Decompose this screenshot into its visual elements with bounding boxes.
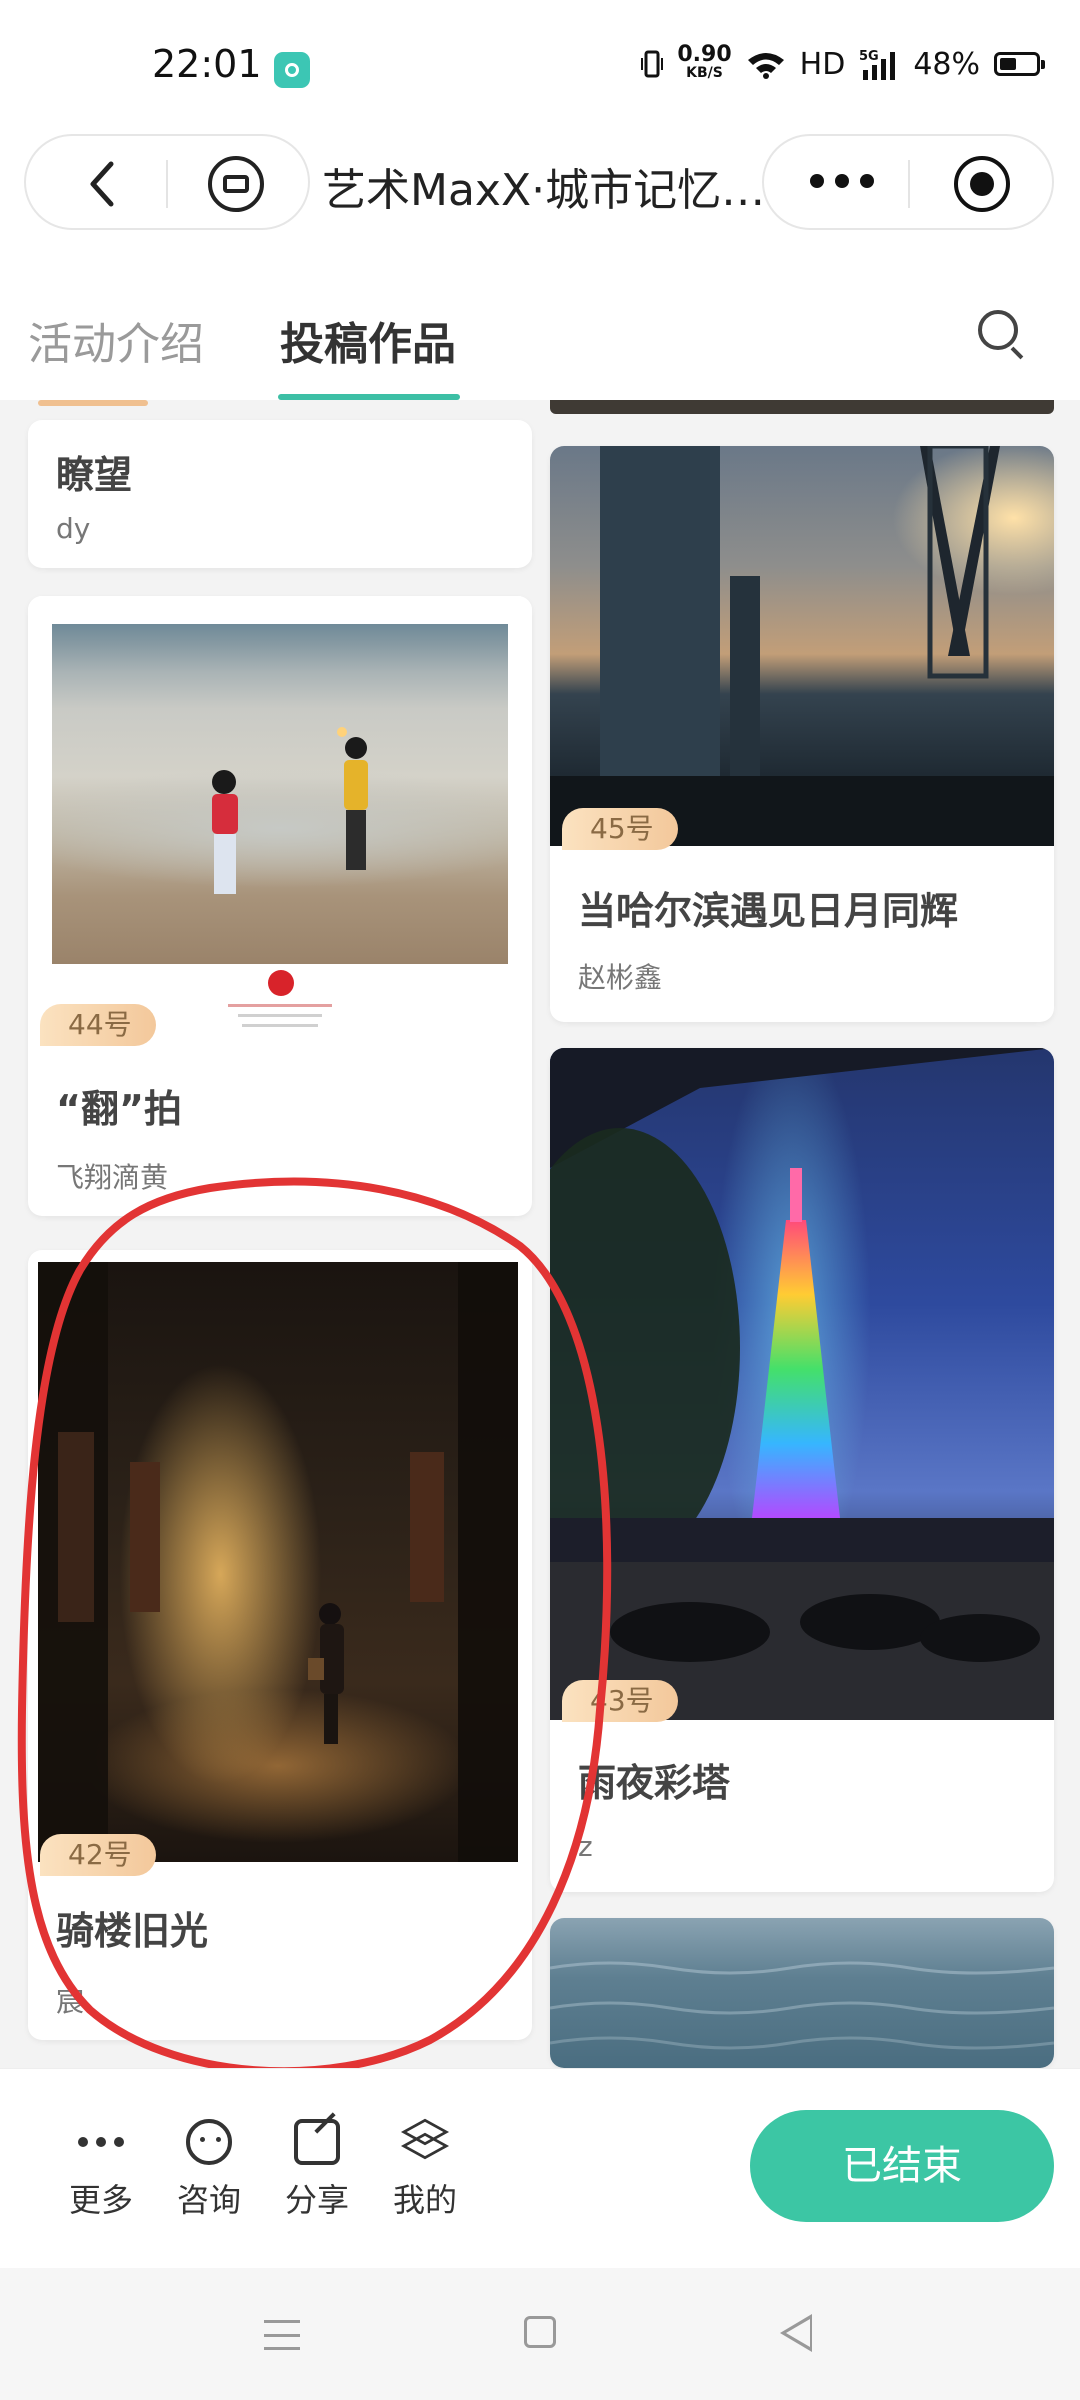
- hand-drawn-annotation-circle: [17, 1177, 612, 2076]
- network-speed: 0.90 KB/S: [677, 42, 732, 82]
- consult-button[interactable]: 咨询: [164, 2119, 254, 2221]
- work-image: [28, 596, 532, 1046]
- more-label: 更多: [68, 2181, 133, 2219]
- share-icon: [294, 2119, 340, 2165]
- home-button-icon[interactable]: [524, 2316, 556, 2348]
- recent-apps-icon[interactable]: [264, 2320, 300, 2350]
- consult-label: 咨询: [176, 2181, 241, 2219]
- vibrate-icon: [641, 50, 664, 78]
- more-menu-icon[interactable]: [810, 174, 874, 190]
- tab-intro[interactable]: 活动介绍: [28, 308, 204, 372]
- work-title: “翻”拍: [56, 1087, 182, 1131]
- battery-percent: 48%: [913, 46, 980, 82]
- partial-image-top-right: [550, 400, 1054, 414]
- tab-bar: 活动介绍 投稿作品: [0, 250, 1080, 400]
- work-image: [550, 446, 1054, 846]
- nav-left-capsule: [24, 134, 310, 230]
- divider: [908, 160, 910, 208]
- work-title: 瞭望: [56, 453, 133, 497]
- nav-right-capsule: [762, 134, 1054, 230]
- entry-number-badge: 44号: [40, 1004, 156, 1046]
- status-time: 22:01: [152, 42, 262, 86]
- work-card[interactable]: 45号 当哈尔滨遇见日月同辉 赵彬鑫: [550, 446, 1054, 1022]
- wifi-icon: [747, 53, 784, 79]
- activity-ended-button[interactable]: 已结束: [750, 2110, 1054, 2222]
- battery-icon: [994, 52, 1045, 76]
- more-icon: [78, 2119, 124, 2165]
- signal-icon: 5G: [859, 49, 896, 80]
- home-icon[interactable]: [208, 156, 264, 212]
- entry-number-badge: 45号: [562, 808, 678, 850]
- search-icon[interactable]: [978, 310, 1018, 350]
- photo-figures: [212, 727, 368, 894]
- tab-works[interactable]: 投稿作品: [280, 308, 456, 372]
- more-button[interactable]: 更多: [56, 2119, 146, 2221]
- mine-button[interactable]: 我的: [380, 2119, 470, 2221]
- work-author: 赵彬鑫: [578, 961, 663, 994]
- mine-label: 我的: [392, 2181, 457, 2219]
- close-target-icon[interactable]: [954, 156, 1010, 212]
- layers-icon: [402, 2119, 448, 2165]
- hd-label: HD: [799, 46, 846, 82]
- share-label: 分享: [284, 2181, 349, 2219]
- share-button[interactable]: 分享: [272, 2119, 362, 2221]
- status-bar: 22:01 0.90 KB/S HD 5G 48%: [0, 0, 1080, 130]
- status-indicators: 0.90 KB/S HD 5G 48%: [641, 42, 1045, 84]
- divider: [166, 160, 168, 208]
- top-nav: 艺术MaxX·城市记忆…: [0, 130, 1080, 250]
- app-notification-icon: [274, 52, 310, 88]
- work-title: 当哈尔滨遇见日月同辉: [578, 889, 959, 933]
- work-card[interactable]: 44号 “翻”拍 飞翔滴黄: [28, 596, 532, 1216]
- work-card[interactable]: 瞭望 dy: [28, 420, 532, 568]
- back-button-icon[interactable]: [780, 2314, 812, 2352]
- page-title: 艺术MaxX·城市记忆…: [322, 165, 766, 216]
- partial-image-top-left: [28, 400, 532, 422]
- system-nav-bar: [0, 2268, 1080, 2400]
- svg-text:5G: 5G: [859, 49, 879, 64]
- work-author: dy: [56, 512, 91, 545]
- chat-icon: [186, 2119, 232, 2165]
- back-icon[interactable]: [78, 160, 126, 208]
